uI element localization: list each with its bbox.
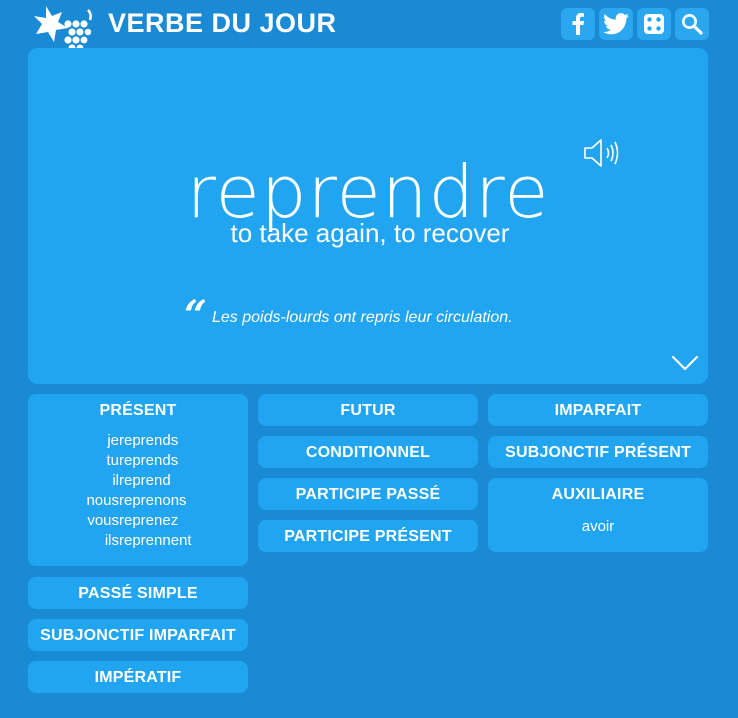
tense-card-imperatif[interactable]: IMPÉRATIF [28,661,248,693]
tense-card-subjonctif-present[interactable]: SUBJONCTIF PRÉSENT [488,436,708,468]
header: VERBE DU JOUR [0,0,738,58]
twitter-icon [603,13,629,35]
verb-translation: to take again, to recover [230,218,510,248]
facebook-icon [572,13,584,35]
verb-form: reprenons [119,492,187,509]
tense-card-participe-present[interactable]: PARTICIPE PRÉSENT [258,520,478,552]
tense-title: SUBJONCTIF PRÉSENT [505,444,691,461]
tense-title: CONDITIONNEL [305,444,431,461]
conjugation-row: tu reprends [28,452,248,472]
pronoun: je [107,432,119,449]
site-title[interactable]: VERBE DU JOUR [108,8,337,39]
dice-icon [644,14,664,34]
speaker-icon[interactable] [582,136,622,170]
verb-form: reprennent [119,532,192,549]
search-button[interactable] [675,8,709,40]
conjugation-row: vous reprenez [28,512,248,532]
pronoun: nous [86,492,119,509]
tense-card-conditionnel[interactable]: CONDITIONNEL [258,436,478,468]
tense-card-passe-simple[interactable]: PASSÉ SIMPLE [28,577,248,609]
conjugation-row: il reprend [28,472,248,492]
verb-form: reprenez [119,512,179,529]
tense-card-auxiliaire[interactable]: AUXILIAIRE avoir [488,478,708,552]
conjugation-list: je reprends tu reprends il reprend nous … [28,432,248,552]
quote-mark: “ [184,292,208,339]
tense-title: IMPÉRATIF [94,669,182,686]
tense-card-present[interactable]: PRÉSENT je reprends tu reprends il repre… [28,394,248,566]
search-icon [682,14,703,35]
example-sentence: Les poids-lourds ont repris leur circula… [212,309,513,326]
twitter-button[interactable] [599,8,633,40]
pronoun: il [112,472,119,489]
verb-hero-panel: reprendre to take again, to recover “ Le… [28,48,708,384]
tense-title: PARTICIPE PRÉSENT [284,528,452,545]
tense-title: FUTUR [340,402,396,419]
tense-card-imparfait[interactable]: IMPARFAIT [488,394,708,426]
tense-card-participe-passe[interactable]: PARTICIPE PASSÉ [258,478,478,510]
chevron-down-icon[interactable] [671,354,699,372]
pronoun: ils [104,532,119,549]
verb-form: reprends [119,452,179,469]
conjugation-row: je reprends [28,432,248,452]
tense-card-subjonctif-imparfait[interactable]: SUBJONCTIF IMPARFAIT [28,619,248,651]
facebook-button[interactable] [561,8,595,40]
tense-title: PARTICIPE PASSÉ [295,486,441,503]
conjugation-row: ils reprennent [28,532,248,552]
tense-title: SUBJONCTIF IMPARFAIT [40,627,236,644]
random-button[interactable] [637,8,671,40]
conjugation-row: nous reprenons [28,492,248,512]
verb-form: reprend [119,472,171,489]
pronoun: vous [87,512,119,529]
tense-title: AUXILIAIRE [551,486,645,503]
auxiliary-value: avoir [581,518,615,535]
tense-title: PRÉSENT [99,402,177,419]
pronoun: tu [106,452,119,469]
verb-form: reprends [119,432,179,449]
tense-title: PASSÉ SIMPLE [78,585,198,602]
tense-title: IMPARFAIT [554,402,642,419]
tense-card-futur[interactable]: FUTUR [258,394,478,426]
